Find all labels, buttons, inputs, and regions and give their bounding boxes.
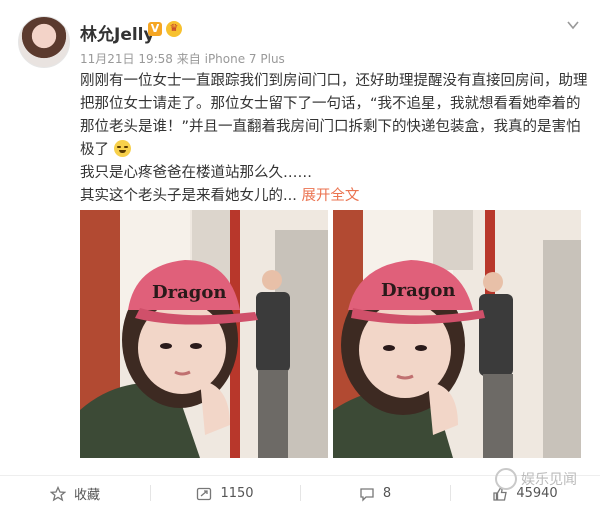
watermark: 娱乐见闻 [495,468,577,490]
chevron-down-icon[interactable] [566,18,580,32]
photo-1-illustration: Dragon [80,210,328,458]
repost-icon [197,487,212,500]
favorite-label: 收藏 [73,488,100,503]
source-prefix: 来自 [176,52,201,66]
laugh-cry-emoji-icon [113,140,131,157]
crown-icon: ♛ [166,21,182,37]
avatar[interactable] [18,16,70,68]
repost-button[interactable]: 1150 [150,476,300,511]
comment-count: 8 [382,486,392,501]
post-photo-1[interactable]: Dragon [80,210,328,458]
cap-logo-text-1: Dragon [152,282,226,303]
expand-full-text-link[interactable]: 展开全文 [301,188,359,204]
username[interactable]: 林允Jelly [80,20,155,45]
post-text-line3: 其实这个老头子是来看她女儿的... [80,188,297,204]
star-icon [49,485,66,501]
post-body: 刚刚有一位女士一直跟踪我们到房间门口，还好助理提醒没有直接回房间，助理把那位女士… [80,70,590,208]
favorite-button[interactable]: 收藏 [0,476,150,511]
post-text-line1: 刚刚有一位女士一直跟踪我们到房间门口，还好助理提醒没有直接回房间，助理把那位女士… [80,73,588,158]
watermark-logo-icon [495,468,517,490]
post-text-line2: 我只是心疼爸爸在楼道站那么久…… [80,165,312,181]
post-photo-2[interactable]: Dragon [333,210,581,458]
photo-2-illustration: Dragon [333,210,581,458]
verified-badge-icon: V [148,22,162,36]
weibo-post: 林允Jelly V ♛ 11月21日 19:58 来自 iPhone 7 Plu… [0,0,600,510]
comment-icon [360,487,374,502]
repost-count: 1150 [220,486,254,501]
comment-button[interactable]: 8 [300,476,450,511]
post-date: 11月21日 19:58 [80,52,173,66]
cap-logo-text-2: Dragon [381,280,455,301]
post-source[interactable]: iPhone 7 Plus [205,52,285,66]
post-meta: 11月21日 19:58 来自 iPhone 7 Plus [80,50,285,67]
watermark-text: 娱乐见闻 [521,472,577,488]
